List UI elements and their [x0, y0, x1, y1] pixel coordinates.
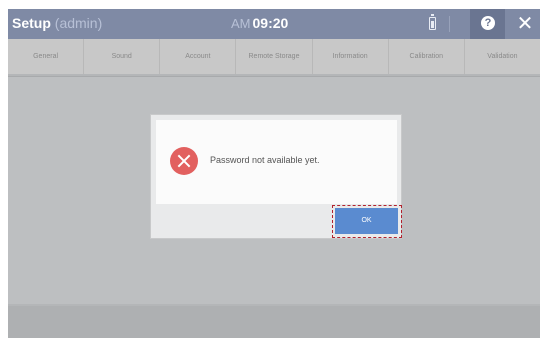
tab-information[interactable]: Information [313, 39, 389, 74]
tab-general[interactable]: General [8, 39, 85, 74]
ok-button[interactable]: OK [335, 208, 398, 234]
dialog-body: Password not available yet. [156, 120, 397, 204]
close-icon: ✕ [516, 13, 534, 35]
clock-time: 09:20 [252, 15, 289, 31]
user-role: (admin) [54, 15, 103, 31]
clock-ampm: AM [231, 16, 251, 31]
ok-button-focus-ring: OK [332, 205, 402, 238]
tab-calibration[interactable]: Calibration [389, 39, 465, 74]
tab-bar: General Sound Account Remote Storage Inf… [8, 39, 540, 74]
error-icon [170, 147, 198, 175]
close-button[interactable]: ✕ [513, 12, 537, 36]
dialog-message: Password not available yet. [210, 155, 320, 165]
title-bar: Setup (admin) AM 09:20 ? ✕ [8, 9, 540, 39]
title-text: Setup [12, 15, 51, 31]
clock: AM 09:20 [231, 15, 288, 31]
help-icon: ? [481, 16, 495, 30]
tab-remote-storage[interactable]: Remote Storage [236, 39, 313, 74]
tab-validation[interactable]: Validation [465, 39, 540, 74]
window-title: Setup (admin) [12, 15, 102, 31]
footer-bar [8, 306, 540, 338]
tab-sound[interactable]: Sound [84, 39, 161, 74]
tab-account[interactable]: Account [160, 39, 237, 74]
titlebar-divider [449, 16, 450, 32]
battery-icon [429, 14, 436, 30]
help-button[interactable]: ? [470, 9, 505, 39]
